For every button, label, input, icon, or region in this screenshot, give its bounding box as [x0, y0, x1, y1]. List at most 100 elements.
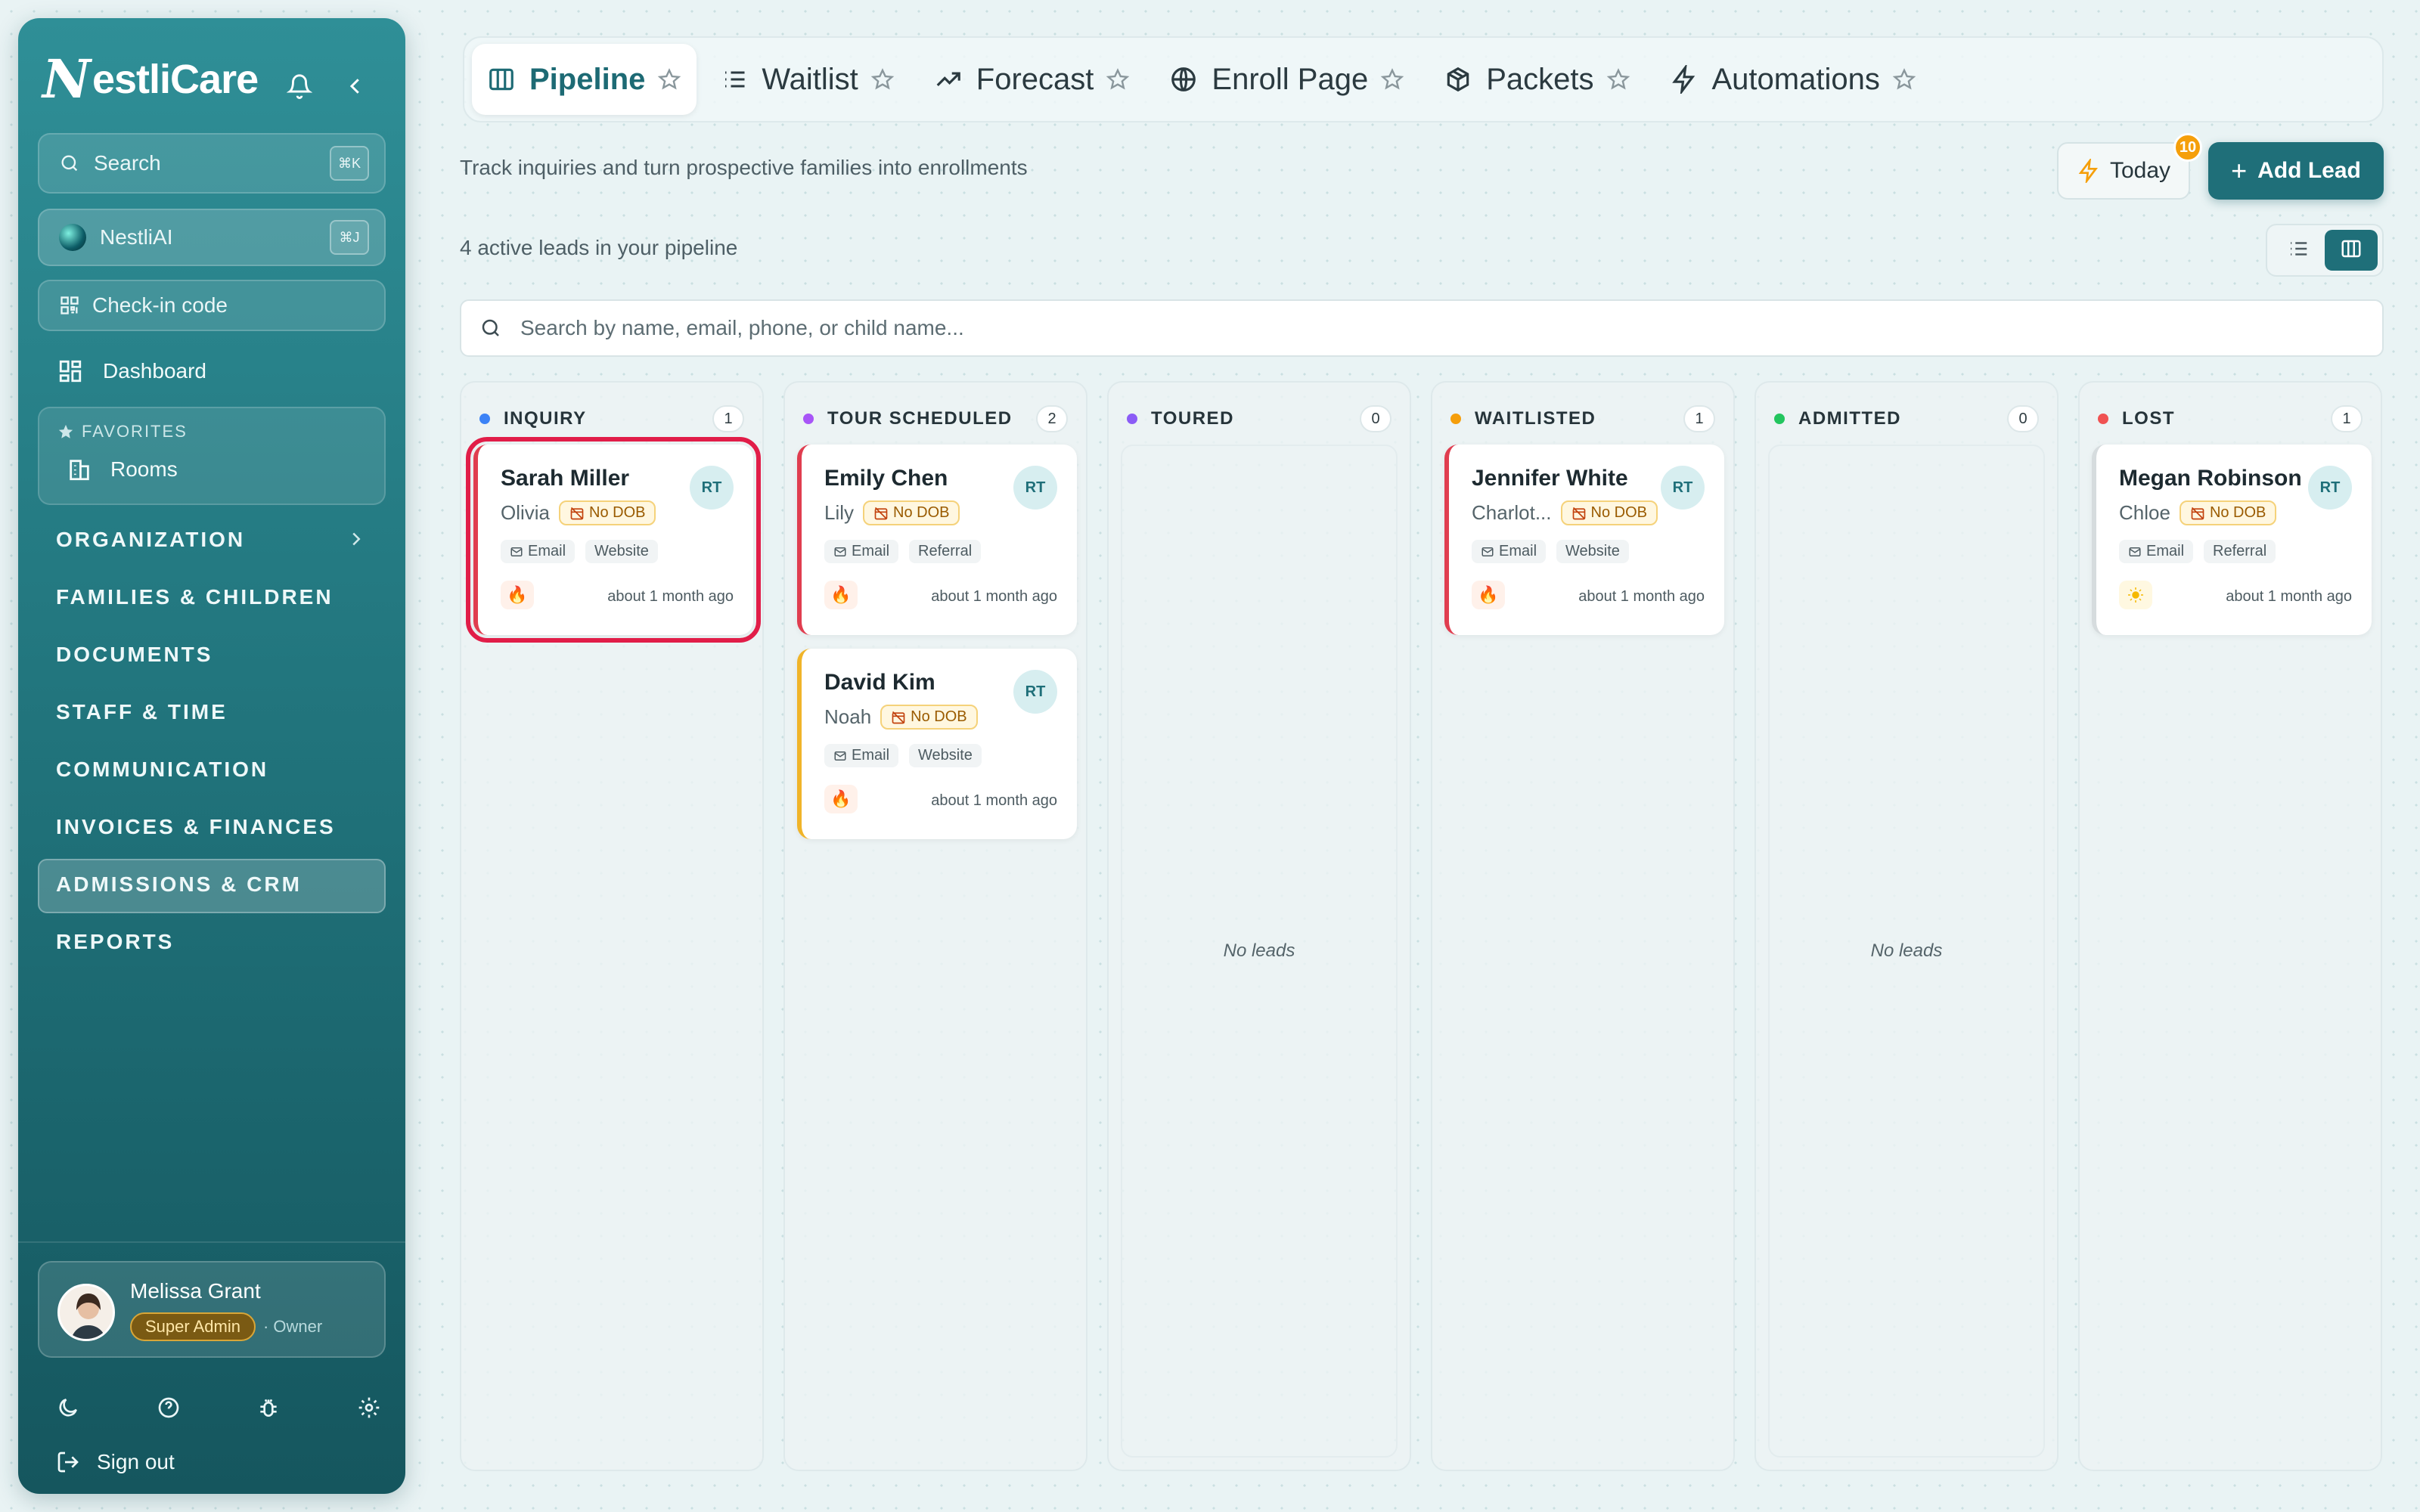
- add-lead-button[interactable]: + Add Lead: [2208, 142, 2384, 200]
- tag-source: Website: [1556, 540, 1629, 563]
- star-icon: [57, 423, 74, 440]
- section-admissions-crm[interactable]: ADMISSIONS & CRM: [56, 872, 302, 897]
- child-name: Charlot...: [1472, 501, 1552, 524]
- tab-label: Pipeline: [529, 62, 646, 96]
- no-dob-text: No DOB: [1590, 504, 1647, 521]
- search-label: Search: [94, 151, 161, 175]
- today-count-badge: 10: [2173, 133, 2202, 162]
- search-icon: [479, 317, 502, 339]
- board-view-button[interactable]: [2325, 230, 2378, 271]
- section-documents[interactable]: DOCUMENTS: [56, 643, 213, 667]
- column-header: TOUR SCHEDULED 2: [803, 404, 1068, 434]
- tag-label: Email: [2146, 543, 2185, 559]
- section-label: FAMILIES & CHILDREN: [56, 585, 334, 609]
- sun-icon: [2119, 581, 2152, 609]
- assignee-avatar[interactable]: RT: [1013, 670, 1057, 714]
- lead-card-jennifer-white[interactable]: Jennifer White RT Charlot... No DOB Emai…: [1444, 445, 1724, 635]
- section-organization[interactable]: ORGANIZATION: [56, 528, 245, 552]
- favorite-item-rooms[interactable]: Rooms: [67, 457, 178, 482]
- nav-dashboard[interactable]: Dashboard: [57, 358, 206, 384]
- section-staff-time[interactable]: STAFF & TIME: [56, 700, 228, 724]
- tag-email: Email: [1472, 540, 1547, 563]
- sidebar-search[interactable]: Search ⌘K: [38, 133, 386, 194]
- brand-logo[interactable]: N estliCare: [42, 53, 259, 106]
- source-tags: Email Website: [1472, 540, 1640, 563]
- flame-icon: 🔥: [501, 581, 534, 609]
- column-inquiry: INQUIRY 1 Sarah Miller RT Olivia No DOB …: [460, 381, 764, 1471]
- column-count-badge: 1: [2331, 405, 2363, 432]
- favorites-heading: FAVORITES: [57, 422, 188, 442]
- help-icon[interactable]: [157, 1396, 181, 1424]
- column-header: TOURED 0: [1127, 404, 1392, 434]
- tab-automations[interactable]: Automations: [1655, 44, 1931, 115]
- tab-label: Forecast: [976, 62, 1094, 96]
- checkin-code-button[interactable]: Check-in code: [38, 280, 386, 331]
- star-outline-icon[interactable]: [657, 67, 681, 91]
- assignee-avatar[interactable]: RT: [2308, 466, 2352, 510]
- page-subtitle: Track inquiries and turn prospective fam…: [460, 156, 1028, 179]
- calendar-off-icon: [1571, 506, 1587, 521]
- calendar-off-icon: [2190, 506, 2205, 521]
- lead-search-input[interactable]: Search by name, email, phone, or child n…: [460, 299, 2384, 357]
- column-header: WAITLISTED 1: [1450, 404, 1715, 434]
- bell-icon[interactable]: [281, 68, 318, 104]
- avatar: [57, 1284, 115, 1341]
- lead-card-emily-chen[interactable]: Emily Chen RT Lily No DOB Email Referral…: [797, 445, 1077, 635]
- no-dob-badge: No DOB: [863, 500, 960, 525]
- list-view-icon: [2287, 237, 2310, 264]
- lead-card-sarah-miller[interactable]: Sarah Miller RT Olivia No DOB Email Webs…: [466, 437, 761, 643]
- tab-pipeline[interactable]: Pipeline: [472, 44, 697, 115]
- section-communication[interactable]: COMMUNICATION: [56, 758, 268, 782]
- lead-card-megan-robinson[interactable]: Megan Robinson RT Chloe No DOB Email Ref…: [2092, 445, 2372, 635]
- user-name: Melissa Grant: [130, 1279, 261, 1303]
- star-outline-icon[interactable]: [1106, 67, 1130, 91]
- status-dot: [1774, 414, 1785, 424]
- sign-out-button[interactable]: Sign out: [56, 1450, 175, 1474]
- source-tags: Email Website: [824, 744, 992, 767]
- star-outline-icon[interactable]: [1606, 67, 1630, 91]
- chevron-right-icon[interactable]: [345, 528, 368, 550]
- today-label: Today: [2109, 158, 2171, 183]
- checkin-label: Check-in code: [92, 293, 228, 317]
- sidebar: N estliCare Search ⌘K NestliAI ⌘J Check-…: [18, 18, 405, 1494]
- nestli-ai-button[interactable]: NestliAI ⌘J: [38, 209, 386, 266]
- section-families-children[interactable]: FAMILIES & CHILDREN: [56, 585, 334, 609]
- star-outline-icon[interactable]: [1892, 67, 1916, 91]
- plus-icon: +: [2231, 155, 2248, 186]
- today-button[interactable]: Today 10: [2057, 133, 2202, 200]
- star-outline-icon[interactable]: [1380, 67, 1404, 91]
- assignee-avatar[interactable]: RT: [690, 466, 734, 510]
- section-reports[interactable]: REPORTS: [56, 930, 174, 954]
- building-icon: [67, 457, 92, 482]
- section-invoices-finances[interactable]: INVOICES & FINANCES: [56, 815, 336, 839]
- tag-source: Website: [585, 540, 658, 563]
- tab-label: Automations: [1711, 62, 1880, 96]
- assignee-avatar[interactable]: RT: [1661, 466, 1705, 510]
- child-name: Noah: [824, 705, 872, 728]
- board-view-icon: [2340, 237, 2363, 264]
- column-header: LOST 1: [2098, 404, 2363, 434]
- bug-icon[interactable]: [256, 1396, 281, 1424]
- sidebar-utility-bar: [56, 1396, 381, 1424]
- tab-forecast[interactable]: Forecast: [919, 44, 1146, 115]
- list-icon: [721, 66, 748, 93]
- brand-name: estliCare: [92, 57, 259, 102]
- collapse-sidebar-icon[interactable]: [337, 68, 374, 104]
- no-dob-badge: No DOB: [2179, 500, 2277, 525]
- user-profile-card[interactable]: Melissa Grant Super Admin · Owner: [38, 1261, 386, 1358]
- moon-icon[interactable]: [56, 1396, 80, 1424]
- tab-packets[interactable]: Packets: [1429, 44, 1645, 115]
- flame-icon: 🔥: [824, 785, 858, 813]
- list-view-button[interactable]: [2272, 230, 2325, 271]
- no-dob-text: No DOB: [911, 708, 967, 725]
- assignee-avatar[interactable]: RT: [1013, 466, 1057, 510]
- star-outline-icon[interactable]: [870, 67, 895, 91]
- lead-card-david-kim[interactable]: David Kim RT Noah No DOB Email Website 🔥…: [797, 649, 1077, 839]
- tab-enroll-page[interactable]: Enroll Page: [1154, 44, 1419, 115]
- settings-gear-icon[interactable]: [357, 1396, 381, 1424]
- tab-waitlist[interactable]: Waitlist: [706, 44, 909, 115]
- column-title: ADMITTED: [1798, 408, 1901, 429]
- tag-label: Email: [528, 543, 566, 559]
- lead-count-text: 4 active leads in your pipeline: [460, 236, 738, 259]
- tab-label: Waitlist: [762, 62, 858, 96]
